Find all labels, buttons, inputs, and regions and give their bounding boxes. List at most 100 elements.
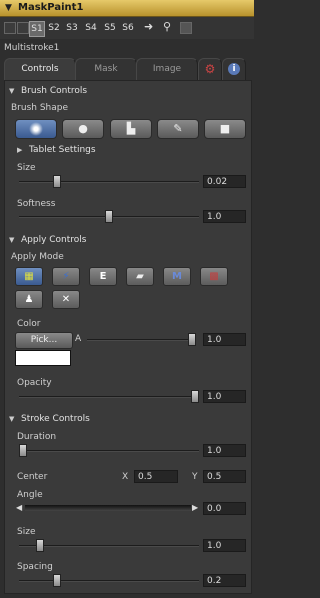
apply-arrow-icon[interactable]: ➜ <box>144 20 153 33</box>
softness-handle[interactable] <box>105 210 113 223</box>
tool-title: MaskPaint1 <box>18 2 84 13</box>
slot-s2-button[interactable]: S2 <box>47 21 61 35</box>
square-brush-icon: ■ <box>219 122 231 135</box>
pick-tool-icon[interactable]: ⚲ <box>163 20 171 33</box>
brush-size-input[interactable]: 0.02 <box>203 175 246 188</box>
brush-size-slider[interactable] <box>19 181 199 183</box>
smear-mode-button[interactable]: ▩ <box>200 267 228 286</box>
softness-label: Softness <box>17 199 56 209</box>
stroke-size-label: Size <box>17 527 36 537</box>
brush-size-handle[interactable] <box>53 175 62 188</box>
center-y-label: Y <box>192 472 198 482</box>
duration-handle[interactable] <box>19 444 27 457</box>
collapse-triangle-icon[interactable]: ▼ <box>5 3 12 13</box>
emboss-mode-button[interactable]: E <box>89 267 117 286</box>
erase-mode-icon: ▰ <box>136 271 144 282</box>
slot-s3-button[interactable]: S3 <box>65 21 79 35</box>
lock-checkbox-icon[interactable] <box>4 22 16 34</box>
gear-icon: ⚙ <box>204 62 216 76</box>
image-brush-button[interactable]: ▙ <box>110 119 152 139</box>
clone-mode-icon: ⚡ <box>62 271 70 282</box>
angle-input[interactable]: 0.0 <box>203 502 246 515</box>
image-brush-icon: ▙ <box>126 122 136 135</box>
center-y-input[interactable]: 0.5 <box>203 470 246 483</box>
angle-dial-slider[interactable] <box>25 505 191 511</box>
slot-s6-button[interactable]: S6 <box>121 21 135 35</box>
color-label: Color <box>17 319 41 329</box>
wire-mode-icon: ✕ <box>61 294 71 305</box>
spacing-label: Spacing <box>17 562 53 572</box>
tool-name-label: Multistroke1 <box>4 43 60 53</box>
soft-brush-icon <box>16 120 56 138</box>
controls-panel: ▼ Brush Controls Brush Shape ● ▙ ✎ ■ ▶ T… <box>4 80 252 594</box>
opacity-input[interactable]: 1.0 <box>203 390 246 403</box>
opacity-slider[interactable] <box>19 396 199 398</box>
brush-shape-label: Brush Shape <box>11 103 69 113</box>
info-icon: i <box>228 63 240 75</box>
alpha-slider[interactable] <box>87 339 195 341</box>
tab-settings[interactable]: ⚙ <box>198 58 222 80</box>
apply-controls-header[interactable]: ▼ Apply Controls <box>5 235 251 248</box>
tab-image[interactable]: Image <box>136 58 198 80</box>
angle-right-arrow-icon[interactable]: ▶ <box>192 503 198 512</box>
stroke-size-input[interactable]: 1.0 <box>203 539 246 552</box>
stroke-size-handle[interactable] <box>36 539 45 552</box>
pencil-brush-icon: ✎ <box>173 122 183 135</box>
stroke-controls-header[interactable]: ▼ Stroke Controls <box>5 414 251 427</box>
duration-slider[interactable] <box>19 450 199 452</box>
softness-input[interactable]: 1.0 <box>203 210 246 223</box>
spacing-slider[interactable] <box>19 580 199 582</box>
merge-mode-button[interactable]: M <box>163 267 191 286</box>
apply-controls-title: Apply Controls <box>21 235 87 245</box>
spacing-handle[interactable] <box>53 574 62 587</box>
smear-mode-icon: ▩ <box>209 271 219 282</box>
alpha-input[interactable]: 1.0 <box>203 333 246 346</box>
square-brush-button[interactable]: ■ <box>204 119 246 139</box>
alpha-label: A <box>75 334 82 344</box>
color-mode-button[interactable]: ▦ <box>15 267 43 286</box>
clone-mode-button[interactable]: ⚡ <box>52 267 80 286</box>
tab-bar: Controls Mask Image ⚙ i <box>0 58 254 81</box>
tablet-settings-header[interactable]: ▶ Tablet Settings <box>5 145 251 158</box>
title-bar[interactable]: ▼ MaskPaint1 <box>0 0 254 17</box>
expand-triangle-icon: ▼ <box>9 87 15 95</box>
color-mode-icon: ▦ <box>24 271 34 282</box>
slot-s1-button[interactable]: S1 <box>29 21 45 37</box>
stamp-mode-button[interactable]: ♟ <box>15 290 43 309</box>
pencil-brush-button[interactable]: ✎ <box>157 119 199 139</box>
tool-toolbar: S1 S2 S3 S4 S5 S6 ➜ ⚲ <box>0 17 254 39</box>
opacity-label: Opacity <box>17 378 52 388</box>
collapsed-triangle-icon: ▶ <box>17 146 23 154</box>
duration-input[interactable]: 1.0 <box>203 444 246 457</box>
circle-brush-button[interactable]: ● <box>62 119 104 139</box>
opacity-handle[interactable] <box>191 390 199 403</box>
color-pick-button[interactable]: Pick... <box>15 332 73 349</box>
emboss-mode-icon: E <box>99 271 107 282</box>
wire-mode-button[interactable]: ✕ <box>52 290 80 309</box>
reset-icon[interactable] <box>180 22 192 34</box>
duration-label: Duration <box>17 432 57 442</box>
center-x-input[interactable]: 0.5 <box>134 470 178 483</box>
color-swatch[interactable] <box>15 350 71 366</box>
spacing-input[interactable]: 0.2 <box>203 574 246 587</box>
stroke-size-slider[interactable] <box>19 545 199 547</box>
alpha-handle[interactable] <box>188 333 196 346</box>
pass-through-checkbox-icon[interactable] <box>17 22 29 34</box>
expand-triangle-icon: ▼ <box>9 415 15 423</box>
center-x-label: X <box>122 472 129 482</box>
tab-controls[interactable]: Controls <box>4 58 76 81</box>
angle-left-arrow-icon[interactable]: ◀ <box>16 503 22 512</box>
tab-info[interactable]: i <box>222 58 246 80</box>
expand-triangle-icon: ▼ <box>9 236 15 244</box>
brush-controls-header[interactable]: ▼ Brush Controls <box>5 86 251 99</box>
erase-mode-button[interactable]: ▰ <box>126 267 154 286</box>
stroke-controls-title: Stroke Controls <box>21 414 90 424</box>
angle-label: Angle <box>17 490 43 500</box>
slot-s5-button[interactable]: S5 <box>103 21 117 35</box>
stamp-mode-icon: ♟ <box>24 294 34 305</box>
center-label: Center <box>17 472 48 482</box>
soft-brush-button[interactable] <box>15 119 57 139</box>
circle-brush-icon: ● <box>78 122 88 135</box>
tab-mask[interactable]: Mask <box>75 58 137 80</box>
slot-s4-button[interactable]: S4 <box>84 21 98 35</box>
